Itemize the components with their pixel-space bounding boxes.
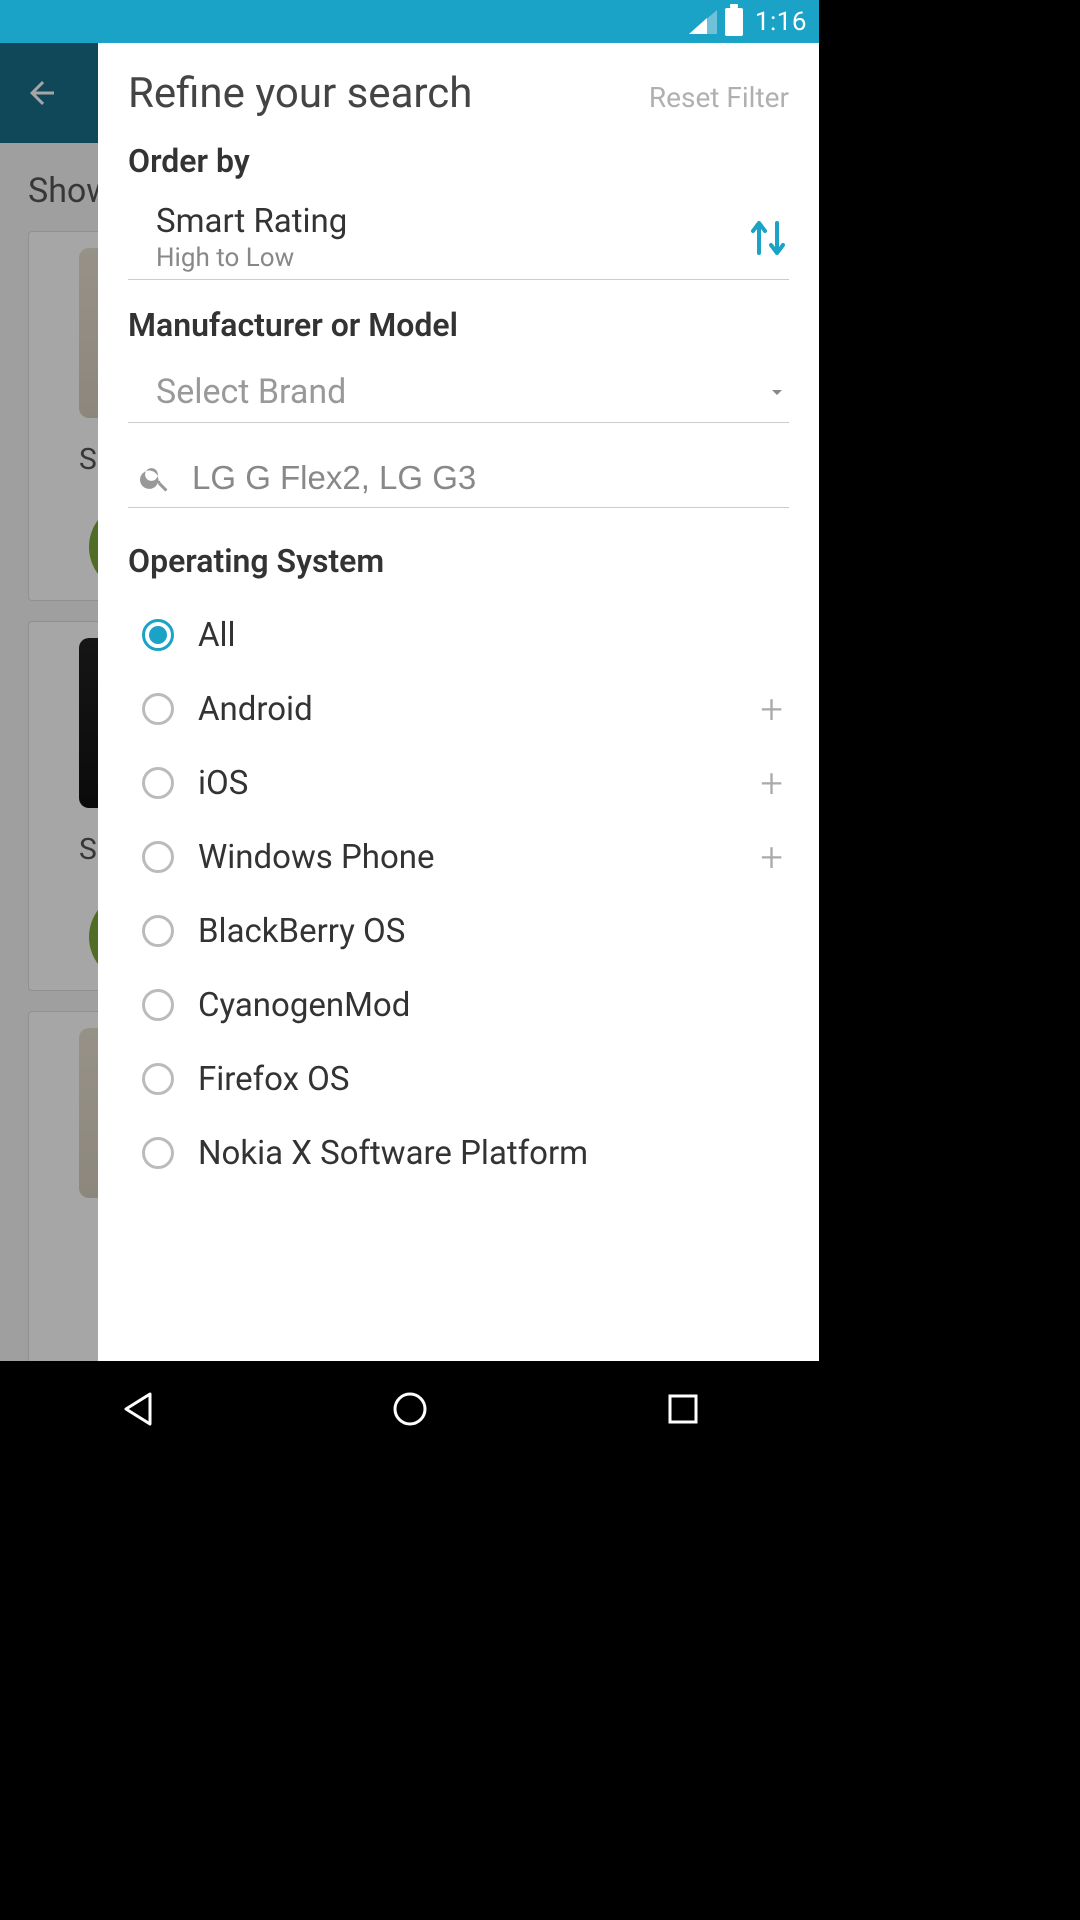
panel-title: Refine your search [128,69,472,118]
os-option-label: Nokia X Software Platform [198,1134,789,1173]
expand-icon[interactable]: + [760,834,789,881]
expand-icon[interactable]: + [760,686,789,733]
os-option-label: BlackBerry OS [198,912,789,951]
order-sub: High to Low [156,243,347,273]
radio-button[interactable] [142,915,174,947]
nav-recent-button[interactable] [661,1387,705,1431]
os-option[interactable]: Windows Phone+ [128,820,789,894]
radio-button[interactable] [142,693,174,725]
os-option[interactable]: Android+ [128,672,789,746]
status-bar: 1:16 [0,0,819,43]
manufacturer-label: Manufacturer or Model [128,306,789,344]
os-option-label: iOS [198,764,760,803]
order-by-selector[interactable]: Smart Rating High to Low [128,198,789,280]
os-option-label: Firefox OS [198,1060,789,1099]
os-option[interactable]: BlackBerry OS [128,894,789,968]
refine-panel: Refine your search Reset Filter Order by… [98,43,819,1361]
os-radio-list: AllAndroid+iOS+Windows Phone+BlackBerry … [128,598,789,1190]
model-search-input[interactable] [192,459,789,497]
order-main: Smart Rating [156,202,347,241]
model-search-field[interactable] [128,449,789,508]
radio-button[interactable] [142,619,174,651]
order-by-label: Order by [128,142,789,180]
brand-select[interactable]: Select Brand [128,362,789,423]
os-option[interactable]: iOS+ [128,746,789,820]
radio-button[interactable] [142,767,174,799]
os-option-label: Android [198,690,760,729]
sort-direction-icon[interactable] [747,215,789,261]
signal-icon [689,10,717,34]
os-option-label: CyanogenMod [198,986,789,1025]
os-option[interactable]: Firefox OS [128,1042,789,1116]
nav-back-button[interactable] [115,1387,159,1431]
brand-placeholder: Select Brand [156,372,346,412]
expand-icon[interactable]: + [760,760,789,807]
search-icon [138,461,172,495]
battery-icon [725,8,743,36]
status-time: 1:16 [755,7,807,37]
radio-button[interactable] [142,1137,174,1169]
radio-button[interactable] [142,989,174,1021]
os-label: Operating System [128,542,789,580]
os-option-label: Windows Phone [198,838,760,877]
radio-button[interactable] [142,841,174,873]
os-option[interactable]: All [128,598,789,672]
os-option[interactable]: CyanogenMod [128,968,789,1042]
os-option[interactable]: Nokia X Software Platform [128,1116,789,1190]
reset-filter-button[interactable]: Reset Filter [649,81,789,114]
nav-bar [0,1361,819,1456]
chevron-down-icon [765,380,789,404]
os-option-label: All [198,616,789,655]
radio-button[interactable] [142,1063,174,1095]
nav-home-button[interactable] [388,1387,432,1431]
